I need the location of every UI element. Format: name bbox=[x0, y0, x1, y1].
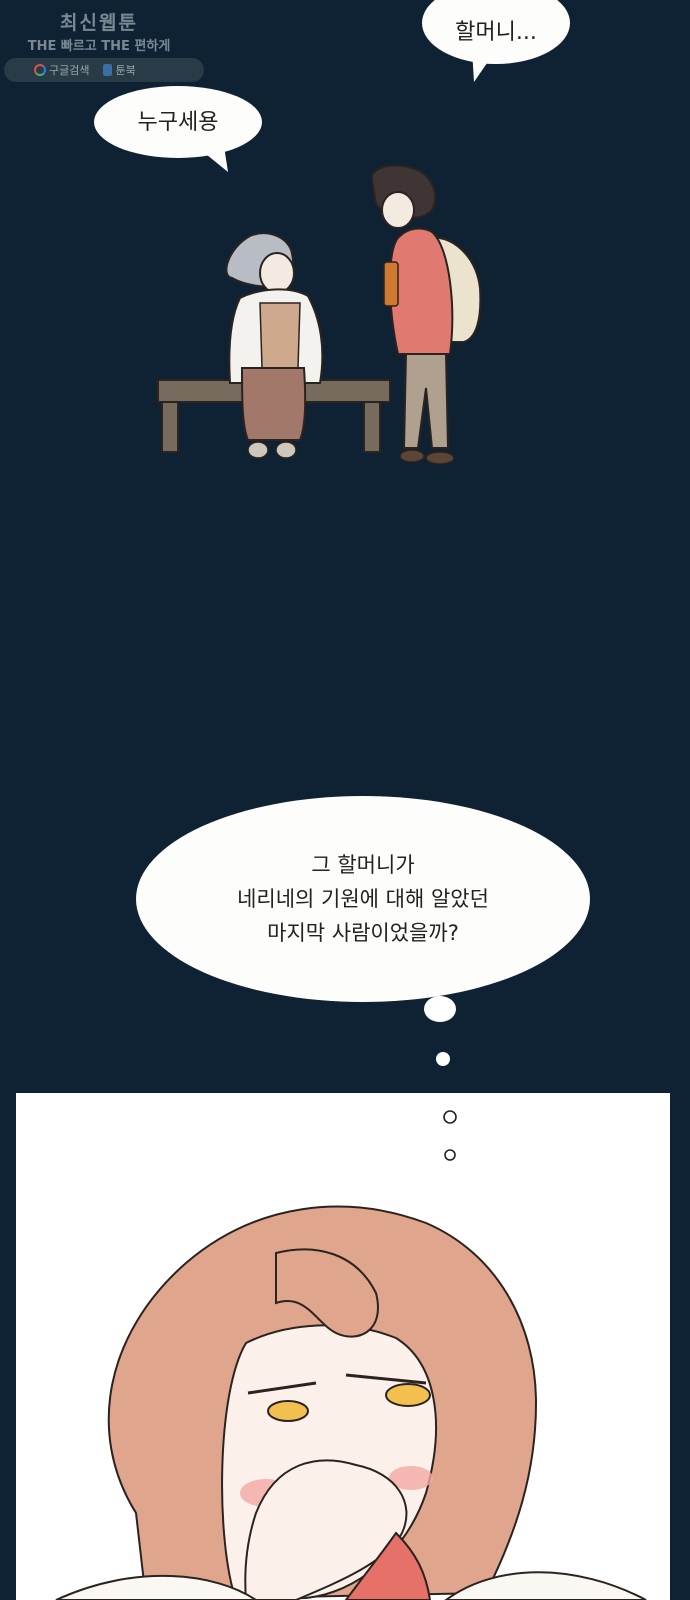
thought-line-3: 마지막 사람이었을까? bbox=[267, 921, 459, 945]
bench-scene-illustration bbox=[157, 164, 482, 465]
watermark: 최신웹툰 THE 빠르고 THE 편하게 구글검색 툰북 bbox=[4, 8, 204, 82]
google-icon bbox=[34, 64, 46, 76]
watermark-slogan: THE 빠르고 THE 편하게 bbox=[27, 39, 171, 54]
speech-tail-boy bbox=[472, 50, 496, 82]
thought-dot-2 bbox=[436, 1052, 450, 1066]
comic-page: 최신웹툰 THE 빠르고 THE 편하게 구글검색 툰북 할머니... 누구세용 bbox=[0, 0, 690, 1600]
thought-text: 그 할머니가 네리네의 기원에 대해 알았던 마지막 사람이었을까? bbox=[237, 848, 489, 950]
speech-text-boy: 할머니... bbox=[455, 19, 537, 45]
thought-dot-1 bbox=[424, 996, 456, 1022]
closeup-illustration bbox=[55, 1110, 647, 1600]
thought-line-1: 그 할머니가 bbox=[311, 852, 415, 877]
speech-bubble-grandma: 누구세용 bbox=[94, 86, 262, 158]
watermark-link-bar: 구글검색 툰북 bbox=[4, 58, 204, 82]
closeup-panel bbox=[16, 1093, 670, 1600]
google-search-link[interactable]: 구글검색 bbox=[34, 62, 89, 78]
watermark-title: 최신웹툰 bbox=[60, 12, 138, 34]
toonbook-link[interactable]: 툰북 bbox=[103, 62, 136, 78]
book-icon bbox=[103, 64, 113, 76]
toonbook-label: 툰북 bbox=[115, 64, 136, 77]
thought-bubble: 그 할머니가 네리네의 기원에 대해 알았던 마지막 사람이었을까? bbox=[136, 796, 590, 1002]
thought-line-2: 네리네의 기원에 대해 알았던 bbox=[237, 886, 489, 911]
speech-text-grandma: 누구세용 bbox=[137, 109, 219, 135]
google-search-label: 구글검색 bbox=[49, 64, 90, 77]
